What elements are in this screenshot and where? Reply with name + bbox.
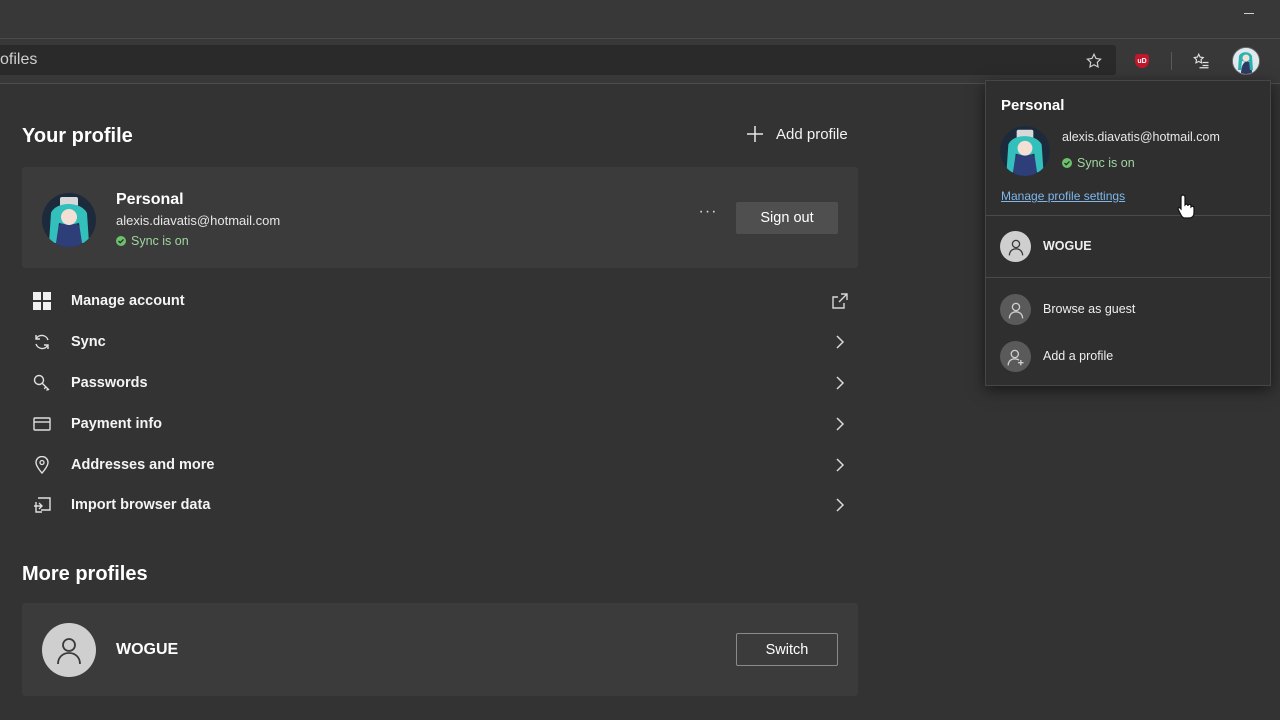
title-bar <box>0 0 1280 39</box>
flyout-profile-wogue[interactable]: WOGUE <box>986 229 1270 265</box>
person-avatar-icon <box>1000 231 1031 262</box>
more-options-button[interactable]: ··· <box>694 203 722 229</box>
sign-out-button[interactable]: Sign out <box>736 202 838 234</box>
menu-item-import-browser-data[interactable]: Import browser data <box>22 485 858 525</box>
chevron-right-icon <box>830 332 850 352</box>
add-profile-button[interactable]: Add profile <box>746 124 848 144</box>
plus-icon <box>747 126 763 142</box>
address-text[interactable]: ofiles <box>0 51 37 69</box>
browse-as-guest-label: Browse as guest <box>1043 302 1136 316</box>
manage-profile-settings-link[interactable]: Manage profile settings <box>1001 189 1125 203</box>
menu-item-label: Sync <box>71 334 106 350</box>
key-icon <box>32 373 52 393</box>
current-profile-card: Personal alexis.diavatis@hotmail.com Syn… <box>22 167 858 268</box>
chevron-right-icon <box>830 414 850 434</box>
flyout-sync-status: Sync is on <box>1062 156 1135 170</box>
chevron-right-icon <box>830 495 850 515</box>
profile-email: alexis.diavatis@hotmail.com <box>116 213 281 228</box>
menu-item-label: Payment info <box>71 416 163 432</box>
credit-card-icon <box>32 414 52 434</box>
other-profile-card: WOGUE Switch <box>22 603 858 696</box>
flyout-avatar <box>1000 126 1050 176</box>
flyout-profile-label: WOGUE <box>1043 239 1092 253</box>
menu-item-label: Manage account <box>71 293 185 309</box>
profile-avatar <box>42 193 96 247</box>
external-link-icon <box>830 291 850 311</box>
address-bar[interactable]: ofiles <box>0 45 1116 75</box>
other-profile-name: WOGUE <box>116 641 179 658</box>
profile-avatar-icon <box>1232 47 1260 75</box>
windows-grid-icon <box>32 291 52 311</box>
flyout-email: alexis.diavatis@hotmail.com <box>1062 130 1220 144</box>
menu-item-label: Passwords <box>71 375 148 391</box>
menu-item-addresses[interactable]: Addresses and more <box>22 445 858 485</box>
sync-status: Sync is on <box>116 234 189 248</box>
more-profiles-title: More profiles <box>22 563 148 585</box>
menu-item-label: Import browser data <box>71 497 211 513</box>
browse-as-guest-item[interactable]: Browse as guest <box>986 292 1270 328</box>
check-circle-icon <box>1062 158 1072 168</box>
hand-cursor-icon <box>1176 193 1198 219</box>
sync-status-label: Sync is on <box>131 234 189 248</box>
favorite-star-icon[interactable] <box>1080 47 1108 75</box>
divider <box>986 277 1270 278</box>
add-person-icon <box>1000 341 1031 372</box>
person-avatar-icon <box>42 623 96 677</box>
ublock-icon[interactable]: uD <box>1128 47 1156 75</box>
menu-item-passwords[interactable]: Passwords <box>22 363 858 403</box>
check-circle-icon <box>116 236 126 246</box>
location-pin-icon <box>32 455 52 475</box>
divider <box>986 215 1270 216</box>
sync-icon <box>32 332 52 352</box>
browser-toolbar: ofiles uD <box>0 39 1280 84</box>
menu-item-payment-info[interactable]: Payment info <box>22 404 858 444</box>
menu-item-label: Addresses and more <box>71 457 215 473</box>
flyout-sync-label: Sync is on <box>1077 156 1135 170</box>
profile-name: Personal <box>116 191 184 208</box>
menu-item-sync[interactable]: Sync <box>22 322 858 362</box>
add-a-profile-item[interactable]: Add a profile <box>986 339 1270 375</box>
add-a-profile-label: Add a profile <box>1043 349 1114 363</box>
minimize-button[interactable] <box>1244 10 1256 20</box>
your-profile-title: Your profile <box>22 125 133 147</box>
guest-icon <box>1000 294 1031 325</box>
switch-button[interactable]: Switch <box>736 633 838 666</box>
profile-flyout: Personal alexis.diavatis@hotmail.com Syn… <box>985 80 1271 386</box>
menu-item-manage-account[interactable]: Manage account <box>22 281 858 321</box>
add-profile-label: Add profile <box>776 125 848 143</box>
profile-avatar-button[interactable] <box>1232 47 1260 75</box>
flyout-title: Personal <box>1001 97 1065 114</box>
chevron-right-icon <box>830 455 850 475</box>
toolbar-separator <box>1171 52 1172 70</box>
import-icon <box>32 495 52 515</box>
chevron-right-icon <box>830 373 850 393</box>
favorites-collection-icon[interactable] <box>1187 47 1215 75</box>
